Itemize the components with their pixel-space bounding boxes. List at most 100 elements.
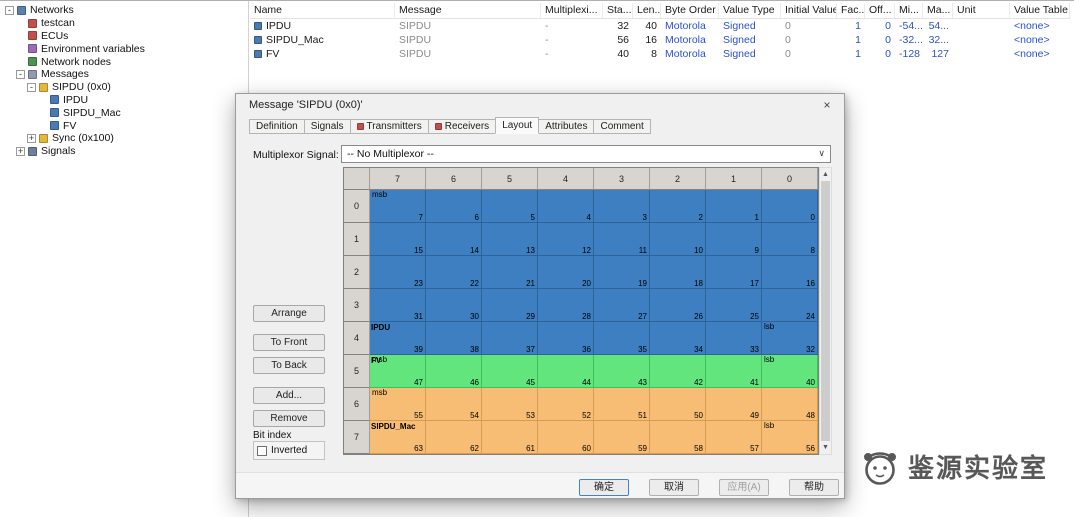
column-header-value-type[interactable]: Value Type [719,3,781,18]
bit-cell-48[interactable]: 48 [762,388,818,421]
column-header-value-table[interactable]: Value Table [1010,3,1070,18]
bit-cell-4[interactable]: 4 [538,190,594,223]
bit-cell-51[interactable]: 51 [594,388,650,421]
bit-cell-26[interactable]: 26 [650,289,706,322]
column-header-message[interactable]: Message [395,3,541,18]
bit-cell-6[interactable]: 6 [426,190,482,223]
to-back-button[interactable]: To Back [253,357,325,374]
bit-cell-8[interactable]: 8 [762,223,818,256]
bit-cell-10[interactable]: 10 [650,223,706,256]
multiplexor-signal-select[interactable]: -- No Multiplexor -- ∨ [341,145,831,163]
bit-cell-37[interactable]: 37 [482,322,538,355]
bit-cell-1[interactable]: 1 [706,190,762,223]
bit-cell-53[interactable]: 53 [482,388,538,421]
bit-cell-9[interactable]: 9 [706,223,762,256]
tab-signals[interactable]: Signals [304,119,351,134]
bit-cell-22[interactable]: 22 [426,256,482,289]
bit-cell-38[interactable]: 38 [426,322,482,355]
bit-cell-21[interactable]: 21 [482,256,538,289]
tree-item-sipdu-0x0[interactable]: -SIPDU (0x0) [0,81,247,94]
column-header-initial-value[interactable]: Initial Value [781,3,837,18]
dialog-titlebar[interactable]: Message 'SIPDU (0x0)' × [236,94,844,117]
column-header-name[interactable]: Name [250,3,395,18]
tree-item-environment-variables[interactable]: Environment variables [0,42,247,55]
column-header-byte-order[interactable]: Byte Order [661,3,719,18]
tree-item-ecus[interactable]: ECUs [0,30,247,43]
bit-cell-35[interactable]: 35 [594,322,650,355]
bit-cell-60[interactable]: 60 [538,421,594,454]
column-header-unit[interactable]: Unit [953,3,1010,18]
to-front-button[interactable]: To Front [253,334,325,351]
bit-cell-17[interactable]: 17 [706,256,762,289]
bit-cell-20[interactable]: 20 [538,256,594,289]
bit-cell-55[interactable]: msb55 [370,388,426,421]
bit-cell-28[interactable]: 28 [538,289,594,322]
bit-cell-19[interactable]: 19 [594,256,650,289]
inverted-checkbox[interactable] [257,446,267,456]
tab-receivers[interactable]: Receivers [428,119,496,134]
cancel-button[interactable]: 取消 [649,479,699,496]
scroll-up-icon[interactable]: ▲ [820,168,831,181]
tree-item-signals[interactable]: +Signals [0,145,247,158]
tree-item-networks[interactable]: -Networks [0,4,247,17]
bit-cell-14[interactable]: 14 [426,223,482,256]
tree-item-fv[interactable]: FV [0,119,247,132]
bit-cell-12[interactable]: 12 [538,223,594,256]
tree-item-sync-0x100[interactable]: +Sync (0x100) [0,132,247,145]
tree-item-sipdu-mac[interactable]: SIPDU_Mac [0,106,247,119]
bit-cell-52[interactable]: 52 [538,388,594,421]
table-row[interactable]: SIPDU_MacSIPDU-5616MotorolaSigned010-32.… [250,33,1070,47]
table-row[interactable]: IPDUSIPDU-3240MotorolaSigned010-54...54.… [250,19,1070,33]
arrange-button[interactable]: Arrange [253,305,325,322]
bit-cell-57[interactable]: 57 [706,421,762,454]
ok-button[interactable]: 确定 [579,479,629,496]
bit-cell-23[interactable]: 23 [370,256,426,289]
bit-cell-58[interactable]: 58 [650,421,706,454]
column-header-ma[interactable]: Ma... [923,3,953,18]
bit-cell-24[interactable]: 24 [762,289,818,322]
bit-cell-56[interactable]: lsb56 [762,421,818,454]
tree-item-messages[interactable]: -Messages [0,68,247,81]
bit-cell-43[interactable]: 43 [594,355,650,388]
bit-cell-40[interactable]: lsb40 [762,355,818,388]
bit-cell-41[interactable]: 41 [706,355,762,388]
bit-cell-18[interactable]: 18 [650,256,706,289]
bit-cell-25[interactable]: 25 [706,289,762,322]
bit-cell-11[interactable]: 11 [594,223,650,256]
table-row[interactable]: FVSIPDU-408MotorolaSigned010-128127<none… [250,47,1070,61]
bit-cell-34[interactable]: 34 [650,322,706,355]
bit-cell-44[interactable]: 44 [538,355,594,388]
close-icon[interactable]: × [810,94,844,117]
tab-comment[interactable]: Comment [593,119,650,134]
expand-icon[interactable]: + [27,134,36,143]
bit-cell-27[interactable]: 27 [594,289,650,322]
column-header-multiplexi[interactable]: Multiplexi... [541,3,603,18]
bit-cell-29[interactable]: 29 [482,289,538,322]
bit-cell-32[interactable]: lsb32 [762,322,818,355]
bit-cell-5[interactable]: 5 [482,190,538,223]
collapse-icon[interactable]: - [16,70,25,79]
tree-item-network-nodes[interactable]: Network nodes [0,55,247,68]
bit-cell-50[interactable]: 50 [650,388,706,421]
grid-scrollbar[interactable]: ▲ ▼ [819,167,832,455]
bit-cell-31[interactable]: 31 [370,289,426,322]
scroll-down-icon[interactable]: ▼ [820,441,831,454]
bit-cell-33[interactable]: 33 [706,322,762,355]
column-header-mi[interactable]: Mi... [895,3,923,18]
column-header-len[interactable]: Len... [633,3,661,18]
bit-cell-62[interactable]: 62 [426,421,482,454]
tree-item-ipdu[interactable]: IPDU [0,94,247,107]
bit-cell-30[interactable]: 30 [426,289,482,322]
scrollbar-thumb[interactable] [821,181,830,441]
tab-definition[interactable]: Definition [249,119,305,134]
bit-cell-7[interactable]: msb7 [370,190,426,223]
bit-cell-45[interactable]: 45 [482,355,538,388]
bit-cell-3[interactable]: 3 [594,190,650,223]
bit-cell-61[interactable]: 61 [482,421,538,454]
bit-cell-13[interactable]: 13 [482,223,538,256]
bit-cell-54[interactable]: 54 [426,388,482,421]
tree-item-testcan[interactable]: testcan [0,17,247,30]
tab-attributes[interactable]: Attributes [538,119,594,134]
apply-button[interactable]: 应用(A) [719,479,769,496]
collapse-icon[interactable]: - [27,83,36,92]
